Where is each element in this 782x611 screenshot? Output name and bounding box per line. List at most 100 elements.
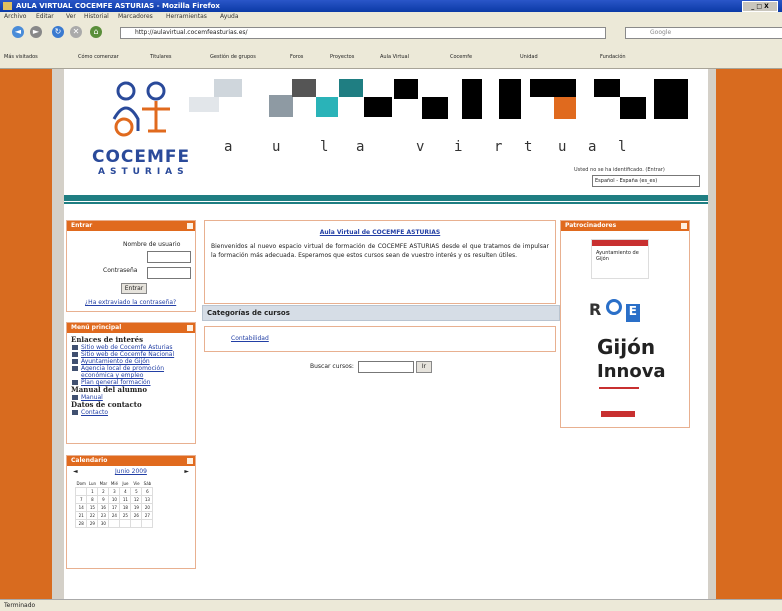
password-input[interactable]: [147, 267, 191, 279]
calendar-day[interactable]: 10: [108, 495, 121, 504]
calendar-day[interactable]: 7: [74, 495, 88, 504]
bookmark-item[interactable]: Foros: [290, 54, 303, 60]
bookmark-item[interactable]: Titulares: [150, 54, 172, 60]
menu-link[interactable]: Plan general formación: [71, 379, 191, 386]
calendar-day[interactable]: 15: [86, 503, 99, 512]
calendar-day[interactable]: 25: [119, 511, 132, 520]
calendar-day[interactable]: 23: [97, 511, 110, 520]
bookmark-item[interactable]: Más visitados: [4, 54, 38, 60]
stop-icon[interactable]: ✕: [70, 26, 82, 38]
calendar-day[interactable]: 17: [108, 503, 121, 512]
bookmark-item[interactable]: Gestión de grupos: [210, 54, 256, 60]
calendar-day[interactable]: 30: [97, 519, 110, 528]
login-button[interactable]: Entrar: [121, 283, 147, 294]
language-select[interactable]: Español - España (es_es): [592, 175, 700, 187]
calendar-grid: Dom Lun Mar Mié Jue Vie Sáb 123456 7 8 9 10…: [74, 480, 154, 528]
prev-month-icon[interactable]: ◄: [73, 468, 78, 475]
aula-letter: t: [524, 139, 533, 155]
calendar-day[interactable]: 14: [74, 503, 88, 512]
menu-historial[interactable]: Historial: [84, 13, 109, 20]
calendar-day[interactable]: 29: [86, 519, 99, 528]
menu-link[interactable]: Sitio web de Cocemfe Asturias: [71, 344, 191, 351]
bookmark-item[interactable]: Cómo comenzar: [78, 54, 119, 60]
forgot-password-link[interactable]: ¿Ha extraviado la contraseña?: [85, 299, 176, 306]
bookmark-item[interactable]: Fundación: [600, 54, 626, 60]
calendar-day[interactable]: 11: [119, 495, 132, 504]
bookmark-item[interactable]: Aula Virtual: [380, 54, 409, 60]
sponsor-logo-roe[interactable]: R E: [589, 299, 649, 322]
calendar-day[interactable]: 21: [74, 511, 88, 520]
calendar-day[interactable]: 6: [141, 487, 154, 496]
collapse-icon[interactable]: [187, 223, 193, 229]
bookmark-item[interactable]: Unidad: [520, 54, 538, 60]
calendar-day[interactable]: 22: [86, 511, 99, 520]
menu-link[interactable]: Agencia local de promoción económica y e…: [71, 365, 191, 379]
calendar-day: [108, 519, 121, 528]
calendar-day[interactable]: 9: [97, 495, 110, 504]
login-status[interactable]: Usted no se ha identificado. (Entrar): [574, 167, 665, 173]
day-header: Mié: [110, 481, 118, 486]
back-icon[interactable]: ◄: [12, 26, 24, 38]
calendar-day[interactable]: 18: [119, 503, 132, 512]
calendar-day[interactable]: 12: [130, 495, 143, 504]
menu-herramientas[interactable]: Herramientas: [166, 13, 207, 20]
calendar-day[interactable]: 3: [108, 487, 121, 496]
next-month-icon[interactable]: ►: [184, 468, 189, 475]
sponsor-gijon-text[interactable]: Gijón: [597, 335, 655, 359]
window-controls[interactable]: _ □ X: [742, 1, 778, 12]
menu-link[interactable]: Manual: [71, 394, 191, 401]
menu-link[interactable]: Contacto: [71, 409, 191, 416]
menu-link[interactable]: Sitio web de Cocemfe Nacional: [71, 351, 191, 358]
calendar-day[interactable]: 19: [130, 503, 143, 512]
day-header: Jue: [122, 481, 129, 486]
calendar-day[interactable]: 5: [130, 487, 143, 496]
bookmark-item[interactable]: Cocemfe: [450, 54, 472, 60]
main-menu-title: Menú principal: [71, 324, 122, 331]
calendar-day[interactable]: 2: [97, 487, 110, 496]
categories-block: Contabilidad: [204, 326, 556, 352]
menu-ayuda[interactable]: Ayuda: [220, 13, 239, 20]
sponsor-logo-text: Ayuntamiento de Gijón: [596, 250, 639, 262]
calendar-day[interactable]: 4: [119, 487, 132, 496]
sponsor-logo-ayuntamiento[interactable]: Ayuntamiento de Gijón: [591, 239, 649, 279]
username-input[interactable]: [147, 251, 191, 263]
home-icon[interactable]: ⌂: [90, 26, 102, 38]
forward-icon[interactable]: ►: [30, 26, 42, 38]
calendar-header: Calendario: [67, 456, 195, 466]
calendar-day[interactable]: 20: [141, 503, 154, 512]
calendar-day[interactable]: 28: [74, 519, 88, 528]
calendar-day[interactable]: 1: [86, 487, 99, 496]
sponsor-innova-text[interactable]: Innova: [597, 361, 666, 382]
calendar-day: [74, 487, 88, 496]
search-box[interactable]: Google: [625, 27, 782, 39]
reload-icon[interactable]: ↻: [52, 26, 64, 38]
main-menu-header: Menú principal: [67, 323, 195, 333]
calendar-day[interactable]: 16: [97, 503, 110, 512]
bookmark-item[interactable]: Proyectos: [330, 54, 354, 60]
calendar-day: [119, 519, 132, 528]
day-header: Vie: [133, 481, 140, 486]
calendar-day[interactable]: 27: [141, 511, 154, 520]
calendar-day[interactable]: 26: [130, 511, 143, 520]
menu-ver[interactable]: Ver: [66, 13, 76, 20]
category-link[interactable]: Contabilidad: [231, 335, 269, 342]
calendar-day[interactable]: 13: [141, 495, 154, 504]
search-courses-button[interactable]: Ir: [416, 361, 432, 373]
decor-square: [594, 79, 620, 97]
menu-marcadores[interactable]: Marcadores: [118, 13, 153, 20]
menu-link[interactable]: Ayuntamiento de Gijón: [71, 358, 191, 365]
address-bar[interactable]: http://aulavirtual.cocemfeasturias.es/: [120, 27, 606, 39]
collapse-icon[interactable]: [187, 325, 193, 331]
calendar-month[interactable]: Junio 2009: [115, 468, 147, 475]
collapse-icon[interactable]: [681, 223, 687, 229]
menu-archivo[interactable]: Archivo: [4, 13, 26, 20]
search-courses-input[interactable]: [358, 361, 414, 373]
menu-editar[interactable]: Editar: [36, 13, 54, 20]
section-heading: Datos de contacto: [71, 400, 142, 409]
collapse-icon[interactable]: [187, 458, 193, 464]
calendar-day: [141, 519, 154, 528]
calendar-day[interactable]: 24: [108, 511, 121, 520]
calendar-day[interactable]: 8: [86, 495, 99, 504]
aula-letter: l: [618, 139, 627, 155]
calendar-nav: ◄ Junio 2009 ►: [67, 468, 195, 480]
